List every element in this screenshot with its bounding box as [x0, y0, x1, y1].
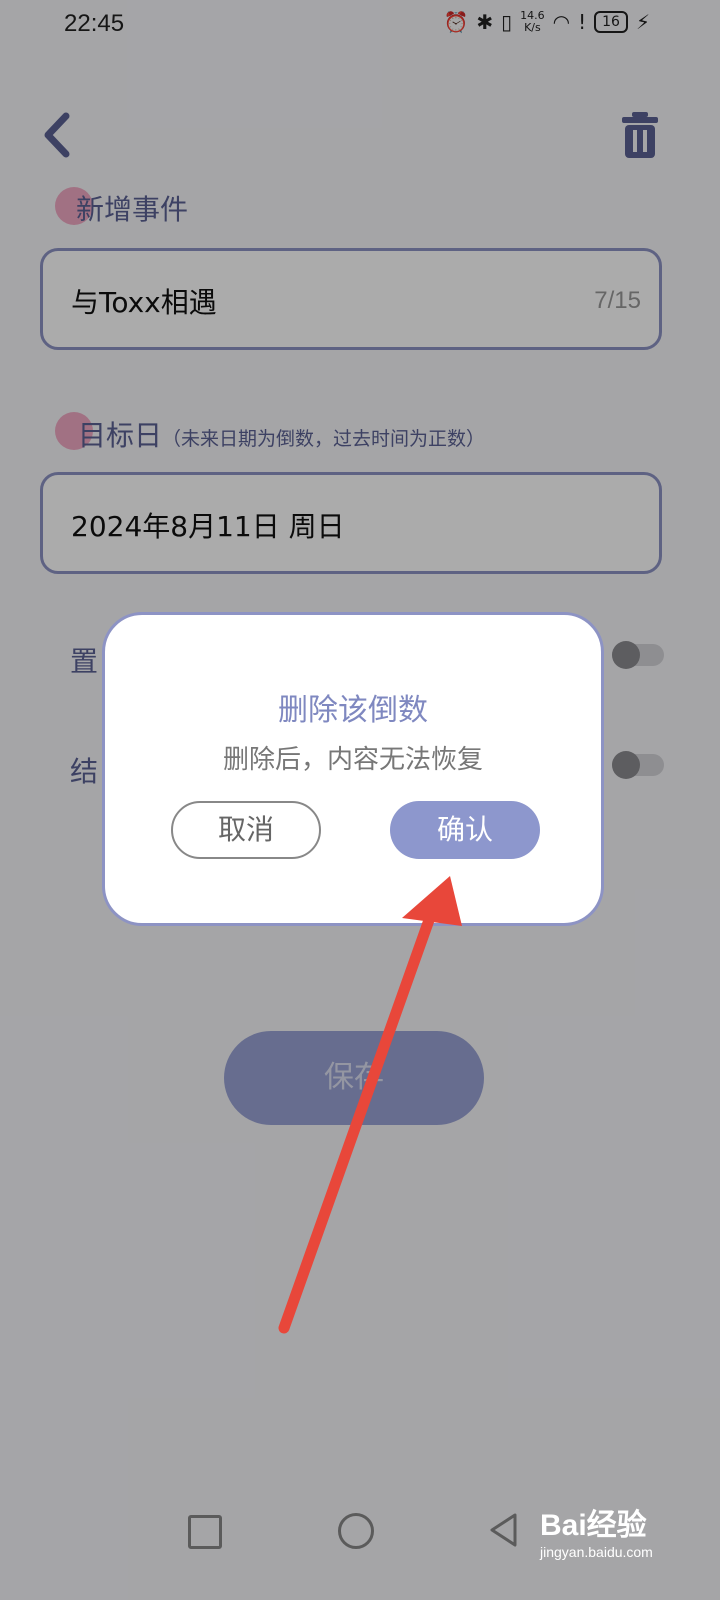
- watermark-logo: Bai经验: [540, 1509, 647, 1542]
- watermark: Bai经验 jingyan.baidu.com: [540, 1500, 653, 1560]
- dialog-message: 删除后，内容无法恢复: [222, 745, 483, 775]
- dialog-title: 删除该倒数: [278, 693, 428, 728]
- watermark-url: jingyan.baidu.com: [540, 1544, 653, 1560]
- delete-dialog: 删除该倒数 删除后，内容无法恢复 取消 确认: [102, 612, 604, 926]
- confirm-button[interactable]: 确认: [390, 801, 540, 859]
- cancel-button[interactable]: 取消: [171, 801, 321, 859]
